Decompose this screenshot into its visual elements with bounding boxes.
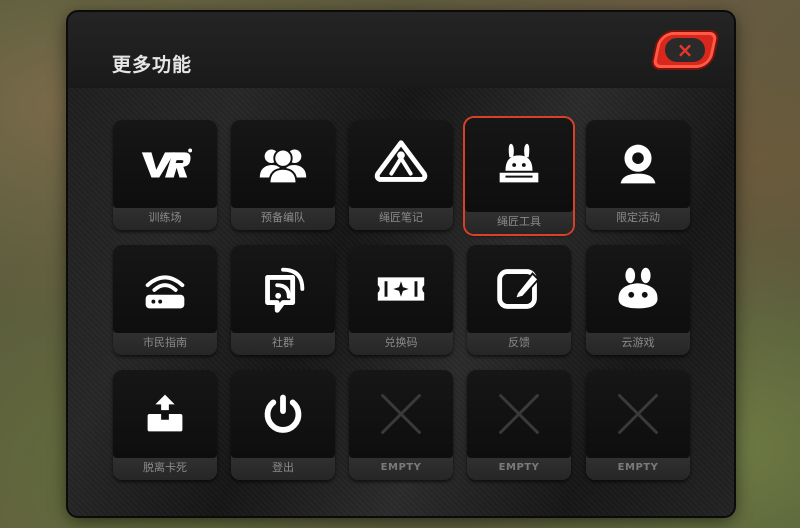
tile-label: 市民指南 (113, 333, 217, 355)
unstuck-icon (147, 394, 183, 432)
tile-label: 社群 (231, 333, 335, 355)
power-icon (264, 394, 302, 433)
panel-title: 更多功能 (112, 54, 193, 76)
empty-x-icon (498, 393, 540, 435)
function-grid: 训练场 预备编队 绳匠笔记 绳匠工具 限定活动 市民指南 社群 兑换码 反馈 云… (68, 88, 734, 516)
tile-label: EMPTY (586, 458, 690, 480)
edit-icon (497, 269, 540, 309)
empty-x-icon (617, 393, 659, 435)
tile-redeem-code[interactable]: 兑换码 (349, 245, 453, 355)
tile-community[interactable]: 社群 (231, 245, 335, 355)
tile-limited-event[interactable]: 限定活动 (586, 120, 690, 230)
tile-empty-1[interactable]: EMPTY (349, 370, 453, 480)
tile-citizen-guide[interactable]: 市民指南 (113, 245, 217, 355)
tile-label: 脱离卡死 (113, 458, 217, 480)
tile-label: 登出 (231, 458, 335, 480)
tile-proxy-tools[interactable]: 绳匠工具 (465, 118, 573, 234)
tile-training-ground[interactable]: 训练场 (113, 120, 217, 230)
tile-label: EMPTY (467, 458, 571, 480)
panel-header: 更多功能 × (68, 12, 734, 88)
tile-reserve-team[interactable]: 预备编队 (231, 120, 335, 230)
vr-icon (141, 148, 193, 178)
tile-cloud-game[interactable]: 云游戏 (586, 245, 690, 355)
tile-unstuck[interactable]: 脱离卡死 (113, 370, 217, 480)
tile-logout[interactable]: 登出 (231, 370, 335, 480)
tile-label: EMPTY (349, 458, 453, 480)
empty-x-icon (380, 393, 422, 435)
tile-label: 预备编队 (231, 208, 335, 230)
webcam-icon (620, 144, 656, 184)
tile-label: 限定活动 (586, 208, 690, 230)
router-icon (145, 275, 185, 309)
close-button[interactable]: × (652, 32, 718, 68)
close-icon: × (676, 38, 694, 62)
tile-label: 云游戏 (586, 333, 690, 355)
compass-icon (374, 140, 428, 182)
tile-feedback[interactable]: 反馈 (467, 245, 571, 355)
tile-label: 绳匠笔记 (349, 208, 453, 230)
tile-label: 训练场 (113, 208, 217, 230)
tile-label: 兑换码 (349, 333, 453, 355)
tile-label: 反馈 (467, 333, 571, 355)
bunny-tool-icon (499, 143, 539, 183)
team-icon (259, 148, 307, 185)
tile-empty-2[interactable]: EMPTY (467, 370, 571, 480)
cloud-game-icon (618, 267, 658, 309)
tile-empty-3[interactable]: EMPTY (586, 370, 690, 480)
tile-label: 绳匠工具 (465, 212, 573, 234)
tile-proxy-notes[interactable]: 绳匠笔记 (349, 120, 453, 230)
more-functions-panel: 更多功能 × 训练场 预备编队 绳匠笔记 绳匠工具 限定活动 市民指南 社群 兑… (68, 12, 734, 516)
community-icon (265, 267, 305, 313)
ticket-icon (377, 277, 425, 301)
